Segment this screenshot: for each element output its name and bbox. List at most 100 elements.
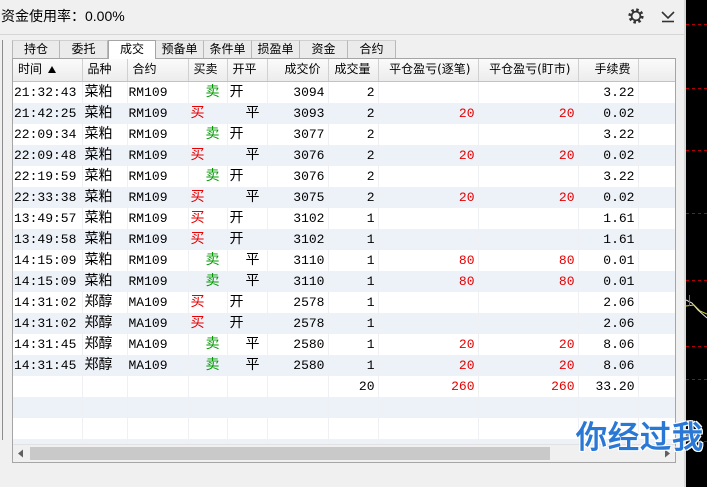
table-row[interactable]: 22:09:34 菜粕 RM109 卖开 3077 2 3.22 [13, 123, 675, 145]
filler-cell [638, 102, 675, 124]
contract-cell [127, 417, 189, 439]
pnl-mark-cell: 20 [478, 354, 579, 376]
price-cell: 3075 [267, 186, 329, 208]
offset-cell: 开 [227, 312, 268, 334]
time-cell: 22:09:34 [13, 123, 83, 145]
pnl-mark-cell: 20 [478, 333, 579, 355]
offset-cell: 开 [227, 291, 268, 313]
fee-cell: 8.06 [578, 354, 639, 376]
table-row[interactable]: 14:15:09 菜粕 RM109 卖平 3110 1 80 80 0.01 [13, 249, 675, 271]
table-row[interactable]: 14:31:02 郑醇 MA109 买开 2578 1 2.06 [13, 312, 675, 334]
pnl-mark-cell [478, 207, 579, 229]
table-row[interactable]: 22:09:48 菜粕 RM109 买平 3076 2 20 20 0.02 [13, 144, 675, 166]
tab-stop-orders[interactable]: 损盈单 [252, 40, 300, 58]
side-cell: 买 [188, 207, 228, 229]
pnl-trade-cell: 80 [378, 270, 479, 292]
column-header-fee[interactable]: 手续费 [578, 59, 639, 82]
column-header-product[interactable]: 品种 [82, 59, 128, 82]
filler-cell [638, 165, 675, 187]
column-header-pnl-trade[interactable]: 平仓盈亏(逐笔) [378, 59, 479, 82]
column-header-pnl-mark[interactable]: 平仓盈亏(盯市) [478, 59, 579, 82]
offset-cell: 平 [227, 270, 268, 292]
scroll-thumb[interactable] [30, 447, 550, 460]
pnl-trade-cell: 20 [378, 186, 479, 208]
tab-contracts[interactable]: 合约 [348, 40, 396, 58]
offset-cell: 平 [227, 249, 268, 271]
table-row[interactable]: 13:49:57 菜粕 RM109 买开 3102 1 1.61 [13, 207, 675, 229]
offset-cell: 平 [227, 354, 268, 376]
contract-cell: RM109 [127, 123, 189, 145]
volume-cell [328, 396, 379, 418]
filler-cell [638, 354, 675, 376]
fee-cell: 3.22 [578, 81, 639, 103]
time-cell: 14:15:09 [13, 270, 83, 292]
pnl-trade-cell [378, 228, 479, 250]
tab-positions[interactable]: 持仓 [12, 40, 60, 58]
tab-conditional-orders[interactable]: 条件单 [204, 40, 252, 58]
table-row[interactable]: 13:49:58 菜粕 RM109 买开 3102 1 1.61 [13, 228, 675, 250]
price-cell: 3077 [267, 123, 329, 145]
table-row[interactable]: 21:32:43 菜粕 RM109 卖开 3094 2 3.22 [13, 81, 675, 103]
product-cell: 郑醇 [82, 333, 128, 355]
time-cell: 14:15:09 [13, 249, 83, 271]
tab-trades[interactable]: 成交 [108, 40, 156, 59]
price-cell: 3094 [267, 81, 329, 103]
offset-cell: 开 [227, 81, 268, 103]
pnl-mark-cell: 20 [478, 186, 579, 208]
volume-cell: 20 [328, 375, 379, 397]
chevron-down-icon[interactable] [660, 8, 676, 24]
price-cell [267, 396, 329, 418]
time-cell: 21:32:43 [13, 81, 83, 103]
table-row[interactable]: 14:15:09 菜粕 RM109 卖平 3110 1 80 80 0.01 [13, 270, 675, 292]
table-row[interactable]: 21:42:25 菜粕 RM109 买平 3093 2 20 20 0.02 [13, 102, 675, 124]
table-row[interactable]: 22:19:59 菜粕 RM109 卖开 3076 2 3.22 [13, 165, 675, 187]
side-cell [188, 417, 228, 439]
tab-orders[interactable]: 委托 [60, 40, 108, 58]
pnl-mark-cell: 260 [478, 375, 579, 397]
column-header-volume[interactable]: 成交量 [328, 59, 379, 82]
pnl-trade-cell [378, 207, 479, 229]
pnl-trade-cell [378, 291, 479, 313]
summary-row: 20 260 260 33.20 [13, 375, 675, 397]
gear-icon[interactable] [627, 7, 645, 25]
pnl-trade-cell [378, 81, 479, 103]
time-cell: 22:19:59 [13, 165, 83, 187]
volume-cell: 2 [328, 102, 379, 124]
side-cell: 买 [188, 186, 228, 208]
volume-cell: 2 [328, 123, 379, 145]
pnl-mark-cell: 20 [478, 102, 579, 124]
watermark-text: 你经过我 [576, 420, 704, 456]
time-cell: 14:31:45 [13, 354, 83, 376]
filler-cell [638, 186, 675, 208]
top-bar: 资金使用率：0.00% [0, 0, 685, 35]
column-header-time[interactable]: 时间 [13, 59, 83, 82]
fee-cell: 1.61 [578, 207, 639, 229]
product-cell: 郑醇 [82, 291, 128, 313]
tab-funds[interactable]: 资金 [300, 40, 348, 58]
filler-cell [638, 81, 675, 103]
volume-cell [328, 417, 379, 439]
side-cell: 卖 [188, 123, 228, 145]
table-row[interactable]: 22:33:38 菜粕 RM109 买平 3075 2 20 20 0.02 [13, 186, 675, 208]
column-header-contract[interactable]: 合约 [127, 59, 189, 82]
column-header-offset[interactable]: 开平 [227, 59, 268, 82]
column-header-side[interactable]: 买卖 [188, 59, 228, 82]
product-cell: 菜粕 [82, 102, 128, 124]
column-header-price[interactable]: 成交价 [267, 59, 329, 82]
side-cell: 卖 [188, 249, 228, 271]
fee-cell: 0.02 [578, 144, 639, 166]
scroll-left-icon[interactable] [13, 445, 29, 462]
contract-cell: MA109 [127, 333, 189, 355]
filler-cell [638, 291, 675, 313]
price-cell: 2578 [267, 291, 329, 313]
table-row[interactable]: 14:31:45 郑醇 MA109 卖平 2580 1 20 20 8.06 [13, 354, 675, 376]
tab-preorders[interactable]: 预备单 [156, 40, 204, 58]
table-row[interactable]: 14:31:02 郑醇 MA109 买开 2578 1 2.06 [13, 291, 675, 313]
pnl-trade-cell: 260 [378, 375, 479, 397]
side-cell: 买 [188, 312, 228, 334]
contract-cell: RM109 [127, 228, 189, 250]
offset-cell: 平 [227, 186, 268, 208]
offset-cell: 平 [227, 333, 268, 355]
table-row[interactable]: 14:31:45 郑醇 MA109 卖平 2580 1 20 20 8.06 [13, 333, 675, 355]
volume-cell: 1 [328, 291, 379, 313]
